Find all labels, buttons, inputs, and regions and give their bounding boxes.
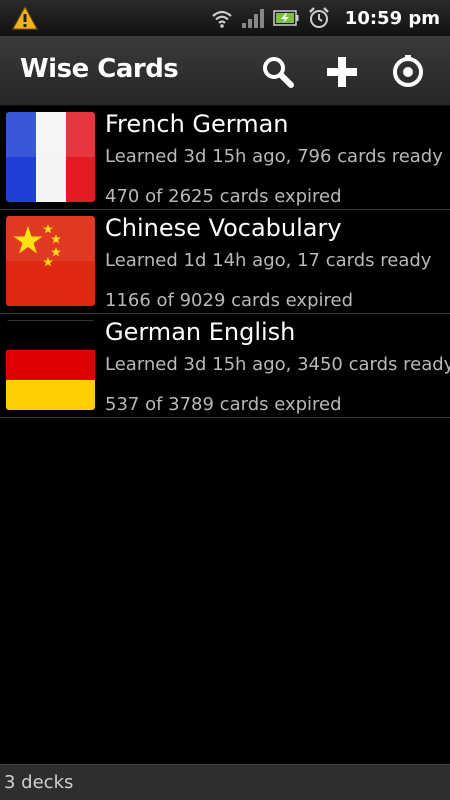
search-icon <box>263 57 294 88</box>
add-deck-button[interactable] <box>320 50 364 94</box>
status-bar: 10:59 pm <box>0 0 450 36</box>
wifi-icon <box>212 10 232 28</box>
deck-name: German English <box>105 318 296 346</box>
status-icons: 10:59 pm <box>211 0 440 36</box>
app-title: Wise Cards <box>20 54 179 84</box>
china-flag-icon <box>6 216 95 306</box>
deck-learned-status: Learned 3d 15h ago, 3450 cards ready <box>105 354 450 375</box>
deck-expired-count: 470 of 2625 cards expired <box>105 186 342 207</box>
warning-icon <box>12 6 38 30</box>
status-time: 10:59 pm <box>344 7 440 29</box>
deck-item-chinese-vocabulary[interactable]: Chinese Vocabulary Learned 1d 14h ago, 1… <box>0 210 450 314</box>
deck-learned-status: Learned 3d 15h ago, 796 cards ready <box>105 146 443 167</box>
deck-expired-count: 537 of 3789 cards expired <box>105 394 342 415</box>
add-icon <box>327 57 357 87</box>
deck-count-footer: 3 decks <box>0 764 450 800</box>
deck-name: Chinese Vocabulary <box>105 214 342 242</box>
signal-icon <box>241 9 264 28</box>
alarm-icon <box>308 7 329 28</box>
action-bar: Wise Cards <box>0 36 450 106</box>
deck-name: French German <box>105 110 289 138</box>
france-flag-icon <box>6 112 95 202</box>
deck-item-french-german[interactable]: French German Learned 3d 15h ago, 796 ca… <box>0 106 450 210</box>
battery-charging-icon <box>273 10 299 26</box>
deck-expired-count: 1166 of 9029 cards expired <box>105 290 354 311</box>
sync-button[interactable] <box>386 50 430 94</box>
deck-item-german-english[interactable]: German English Learned 3d 15h ago, 3450 … <box>0 314 450 418</box>
germany-flag-icon <box>6 320 95 410</box>
deck-list: French German Learned 3d 15h ago, 796 ca… <box>0 106 450 418</box>
deck-learned-status: Learned 1d 14h ago, 17 cards ready <box>105 250 432 271</box>
search-button[interactable] <box>256 50 300 94</box>
deck-count: 3 decks <box>4 772 74 793</box>
sync-icon <box>393 55 423 87</box>
